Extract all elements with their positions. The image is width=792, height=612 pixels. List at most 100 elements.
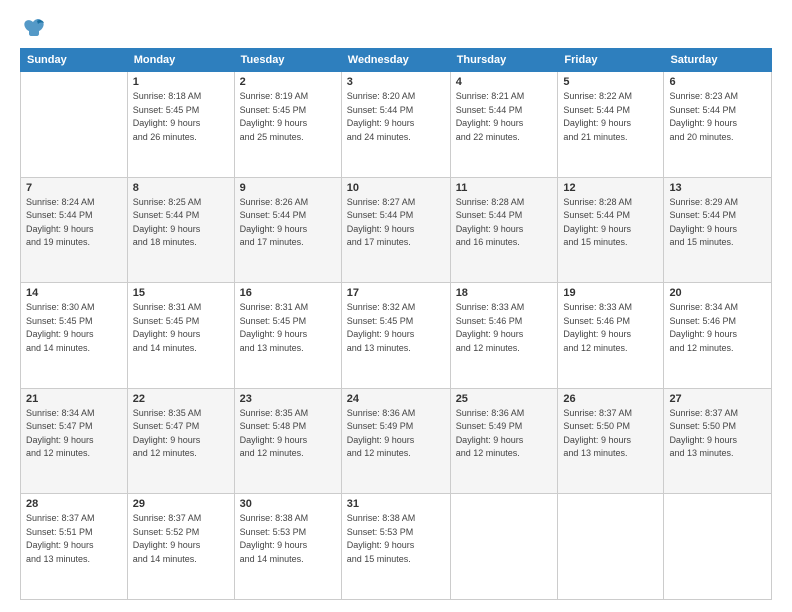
day-number: 4 [456, 76, 553, 88]
header [20, 18, 772, 38]
day-number: 25 [456, 393, 553, 405]
day-info: Sunrise: 8:22 AM Sunset: 5:44 PM Dayligh… [563, 90, 658, 144]
day-info: Sunrise: 8:37 AM Sunset: 5:50 PM Dayligh… [669, 407, 766, 461]
day-info: Sunrise: 8:33 AM Sunset: 5:46 PM Dayligh… [563, 301, 658, 355]
col-wednesday: Wednesday [341, 49, 450, 72]
day-info: Sunrise: 8:25 AM Sunset: 5:44 PM Dayligh… [133, 196, 229, 250]
day-info: Sunrise: 8:38 AM Sunset: 5:53 PM Dayligh… [240, 512, 336, 566]
day-info: Sunrise: 8:35 AM Sunset: 5:47 PM Dayligh… [133, 407, 229, 461]
day-number: 22 [133, 393, 229, 405]
day-info: Sunrise: 8:19 AM Sunset: 5:45 PM Dayligh… [240, 90, 336, 144]
calendar-cell: 22 Sunrise: 8:35 AM Sunset: 5:47 PM Dayli… [127, 388, 234, 494]
day-number: 30 [240, 498, 336, 510]
col-monday: Monday [127, 49, 234, 72]
calendar-cell: 19Sunrise: 8:33 AM Sunset: 5:46 PM Dayli… [558, 283, 664, 389]
col-saturday: Saturday [664, 49, 772, 72]
day-number: 1 [133, 76, 229, 88]
calendar-table: Sunday Monday Tuesday Wednesday Thursday… [20, 48, 772, 600]
week-row-1: 7 Sunrise: 8:24 AM Sunset: 5:44 PM Daylig… [21, 177, 772, 283]
calendar-cell [558, 494, 664, 600]
day-info: Sunrise: 8:18 AM Sunset: 5:45 PM Dayligh… [133, 90, 229, 144]
week-row-0: 1 Sunrise: 8:18 AM Sunset: 5:45 PM Daylig… [21, 72, 772, 178]
day-number: 21 [26, 393, 122, 405]
calendar-cell: 14 Sunrise: 8:30 AM Sunset: 5:45 PM Dayli… [21, 283, 128, 389]
day-number: 17 [347, 287, 445, 299]
calendar-cell: 26 Sunrise: 8:37 AM Sunset: 5:50 PM Dayli… [558, 388, 664, 494]
day-info: Sunrise: 8:24 AM Sunset: 5:44 PM Dayligh… [26, 196, 122, 250]
day-number: 8 [133, 182, 229, 194]
day-number: 6 [669, 76, 766, 88]
day-info: Sunrise: 8:30 AM Sunset: 5:45 PM Dayligh… [26, 301, 122, 355]
day-number: 9 [240, 182, 336, 194]
day-info: Sunrise: 8:21 AM Sunset: 5:44 PM Dayligh… [456, 90, 553, 144]
day-number: 13 [669, 182, 766, 194]
col-sunday: Sunday [21, 49, 128, 72]
day-number: 3 [347, 76, 445, 88]
day-info: Sunrise: 8:26 AM Sunset: 5:44 PM Dayligh… [240, 196, 336, 250]
day-info: Sunrise: 8:34 AM Sunset: 5:47 PM Dayligh… [26, 407, 122, 461]
day-info: Sunrise: 8:33 AM Sunset: 5:46 PM Dayligh… [456, 301, 553, 355]
calendar-cell: 25 Sunrise: 8:36 AM Sunset: 5:49 PM Dayli… [450, 388, 558, 494]
day-number: 16 [240, 287, 336, 299]
calendar-cell [21, 72, 128, 178]
day-number: 24 [347, 393, 445, 405]
day-number: 18 [456, 287, 553, 299]
day-info: Sunrise: 8:36 AM Sunset: 5:49 PM Dayligh… [456, 407, 553, 461]
calendar-cell: 11Sunrise: 8:28 AM Sunset: 5:44 PM Dayli… [450, 177, 558, 283]
calendar-cell [664, 494, 772, 600]
week-row-2: 14 Sunrise: 8:30 AM Sunset: 5:45 PM Dayli… [21, 283, 772, 389]
logo [20, 18, 45, 38]
calendar-cell: 13 Sunrise: 8:29 AM Sunset: 5:44 PM Dayli… [664, 177, 772, 283]
calendar-cell: 21 Sunrise: 8:34 AM Sunset: 5:47 PM Dayli… [21, 388, 128, 494]
calendar-cell: 6 Sunrise: 8:23 AM Sunset: 5:44 PM Daylig… [664, 72, 772, 178]
day-info: Sunrise: 8:28 AM Sunset: 5:44 PM Dayligh… [563, 196, 658, 250]
day-number: 31 [347, 498, 445, 510]
day-number: 23 [240, 393, 336, 405]
day-number: 5 [563, 76, 658, 88]
day-info: Sunrise: 8:37 AM Sunset: 5:50 PM Dayligh… [563, 407, 658, 461]
day-info: Sunrise: 8:37 AM Sunset: 5:52 PM Dayligh… [133, 512, 229, 566]
day-number: 20 [669, 287, 766, 299]
calendar-cell: 20 Sunrise: 8:34 AM Sunset: 5:46 PM Dayli… [664, 283, 772, 389]
week-row-4: 28 Sunrise: 8:37 AM Sunset: 5:51 PM Dayli… [21, 494, 772, 600]
calendar-cell: 2 Sunrise: 8:19 AM Sunset: 5:45 PM Daylig… [234, 72, 341, 178]
day-number: 2 [240, 76, 336, 88]
calendar-cell: 1 Sunrise: 8:18 AM Sunset: 5:45 PM Daylig… [127, 72, 234, 178]
calendar-cell: 16 Sunrise: 8:31 AM Sunset: 5:45 PM Dayli… [234, 283, 341, 389]
day-info: Sunrise: 8:29 AM Sunset: 5:44 PM Dayligh… [669, 196, 766, 250]
day-info: Sunrise: 8:34 AM Sunset: 5:46 PM Dayligh… [669, 301, 766, 355]
calendar-cell: 24Sunrise: 8:36 AM Sunset: 5:49 PM Dayli… [341, 388, 450, 494]
calendar-cell: 27Sunrise: 8:37 AM Sunset: 5:50 PM Dayli… [664, 388, 772, 494]
logo-bird-icon [23, 18, 45, 38]
day-number: 14 [26, 287, 122, 299]
day-number: 26 [563, 393, 658, 405]
calendar-cell: 18 Sunrise: 8:33 AM Sunset: 5:46 PM Dayli… [450, 283, 558, 389]
week-row-3: 21 Sunrise: 8:34 AM Sunset: 5:47 PM Dayli… [21, 388, 772, 494]
calendar-cell: 3 Sunrise: 8:20 AM Sunset: 5:44 PM Daylig… [341, 72, 450, 178]
day-number: 10 [347, 182, 445, 194]
calendar-cell: 7 Sunrise: 8:24 AM Sunset: 5:44 PM Daylig… [21, 177, 128, 283]
day-info: Sunrise: 8:31 AM Sunset: 5:45 PM Dayligh… [240, 301, 336, 355]
day-info: Sunrise: 8:32 AM Sunset: 5:45 PM Dayligh… [347, 301, 445, 355]
page: Sunday Monday Tuesday Wednesday Thursday… [0, 0, 792, 612]
day-info: Sunrise: 8:20 AM Sunset: 5:44 PM Dayligh… [347, 90, 445, 144]
calendar-cell: 23 Sunrise: 8:35 AM Sunset: 5:48 PM Dayli… [234, 388, 341, 494]
col-friday: Friday [558, 49, 664, 72]
calendar-cell: 9 Sunrise: 8:26 AM Sunset: 5:44 PM Daylig… [234, 177, 341, 283]
day-info: Sunrise: 8:37 AM Sunset: 5:51 PM Dayligh… [26, 512, 122, 566]
day-info: Sunrise: 8:35 AM Sunset: 5:48 PM Dayligh… [240, 407, 336, 461]
calendar-cell: 5 Sunrise: 8:22 AM Sunset: 5:44 PM Daylig… [558, 72, 664, 178]
day-info: Sunrise: 8:23 AM Sunset: 5:44 PM Dayligh… [669, 90, 766, 144]
calendar-cell: 17 Sunrise: 8:32 AM Sunset: 5:45 PM Dayli… [341, 283, 450, 389]
day-number: 28 [26, 498, 122, 510]
day-number: 12 [563, 182, 658, 194]
calendar-cell: 15Sunrise: 8:31 AM Sunset: 5:45 PM Dayli… [127, 283, 234, 389]
day-info: Sunrise: 8:31 AM Sunset: 5:45 PM Dayligh… [133, 301, 229, 355]
calendar-cell: 30 Sunrise: 8:38 AM Sunset: 5:53 PM Dayli… [234, 494, 341, 600]
day-number: 7 [26, 182, 122, 194]
calendar-cell [450, 494, 558, 600]
calendar-cell: 28 Sunrise: 8:37 AM Sunset: 5:51 PM Dayli… [21, 494, 128, 600]
calendar-cell: 8 Sunrise: 8:25 AM Sunset: 5:44 PM Daylig… [127, 177, 234, 283]
calendar-cell: 12 Sunrise: 8:28 AM Sunset: 5:44 PM Dayli… [558, 177, 664, 283]
day-number: 11 [456, 182, 553, 194]
